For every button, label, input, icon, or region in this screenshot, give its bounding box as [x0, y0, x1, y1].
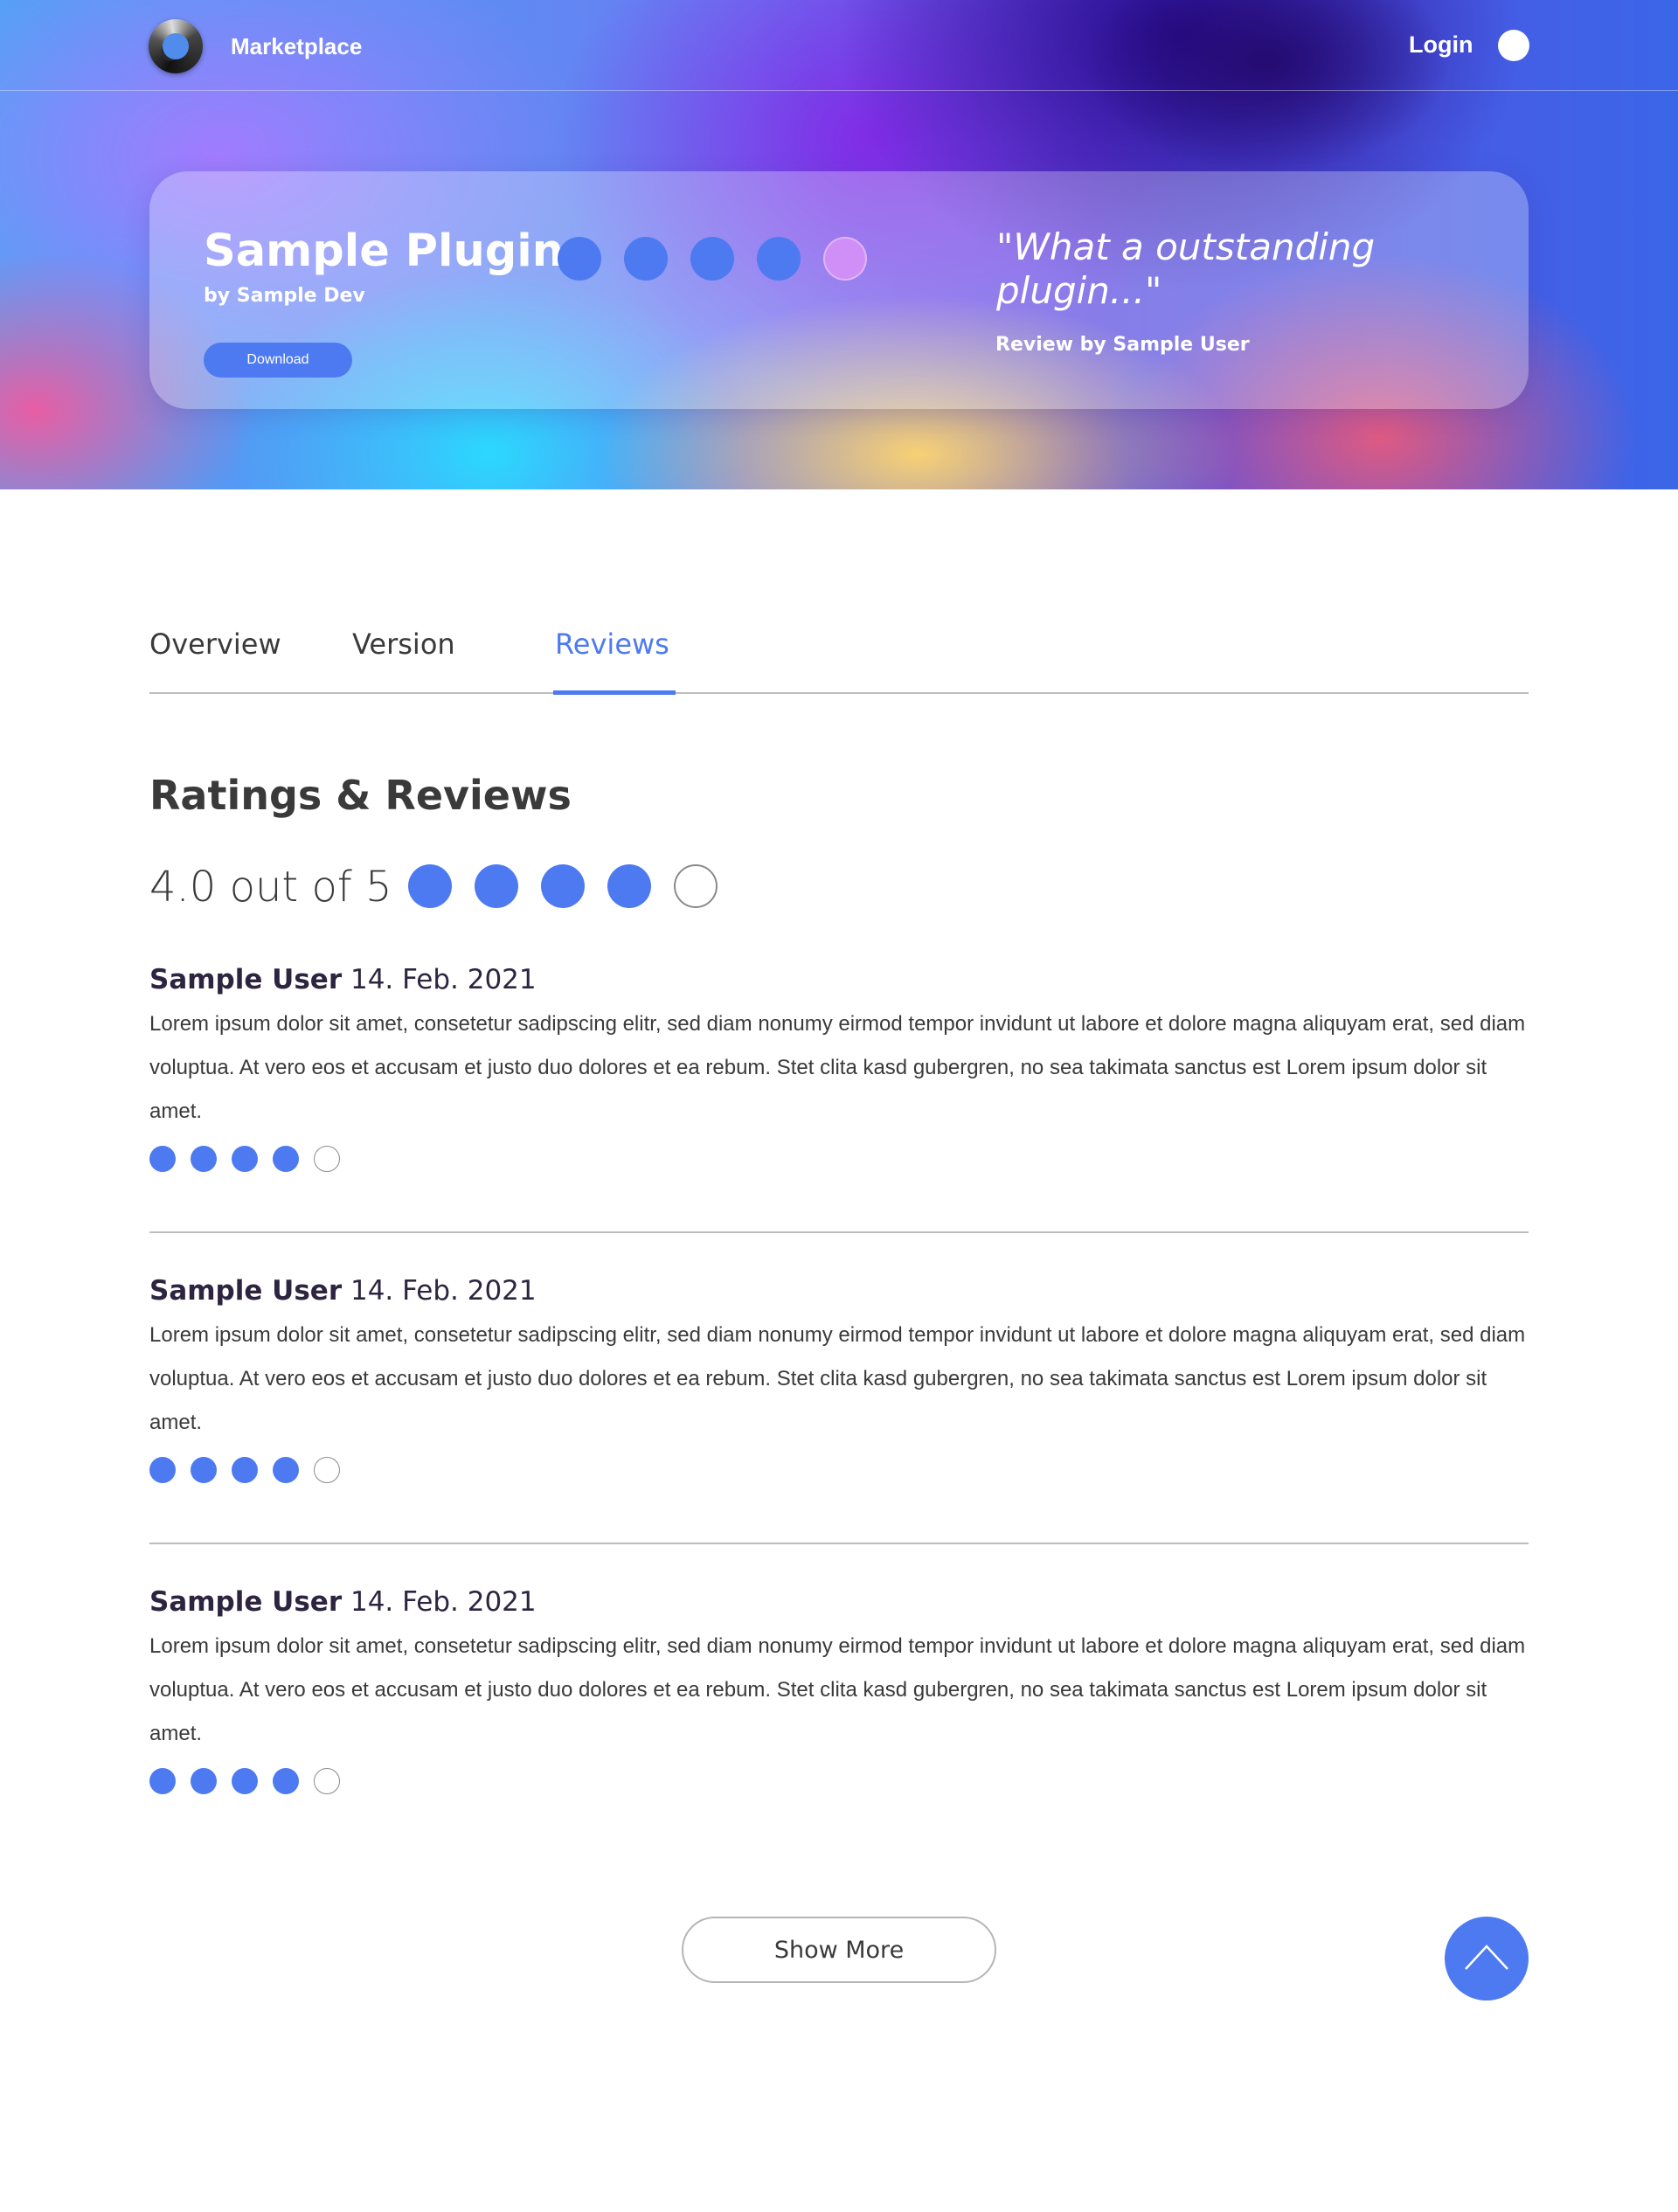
nav-brand[interactable]: Marketplace — [231, 33, 362, 60]
review-date: 14. Feb. 2021 — [350, 964, 537, 995]
tab-bar: Overview Version Reviews — [149, 612, 1529, 695]
rating-dot-filled — [273, 1146, 299, 1172]
rating-dot-filled — [475, 864, 518, 908]
login-link[interactable]: Login — [1409, 31, 1473, 59]
featured-quote: "What a outstanding plugin..." — [996, 225, 1376, 312]
rating-dot-filled — [191, 1457, 217, 1483]
rating-dot-filled — [149, 1146, 176, 1172]
tab-version[interactable]: Version — [352, 628, 455, 661]
review-text: Lorem ipsum dolor sit amet, consetetur s… — [149, 1323, 1526, 1434]
scroll-to-top-button[interactable] — [1445, 1917, 1529, 2001]
review-rating — [149, 1457, 1529, 1483]
review-user: Sample User — [149, 1275, 343, 1307]
rating-dot-filled — [232, 1768, 258, 1794]
summary-rating — [408, 864, 718, 908]
tab-overview[interactable]: Overview — [149, 628, 281, 661]
show-more-button[interactable]: Show More — [682, 1917, 996, 1983]
rating-dot-filled — [191, 1768, 217, 1794]
review-divider — [149, 1231, 1529, 1233]
review-item: Sample User 14. Feb. 2021 Lorem ipsum do… — [149, 1586, 1529, 1794]
review-item: Sample User 14. Feb. 2021 Lorem ipsum do… — [149, 964, 1529, 1172]
review-header: Sample User 14. Feb. 2021 — [149, 1275, 1529, 1307]
hero-banner: Marketplace Login Sample Plugin by Sampl… — [0, 0, 1678, 489]
review-text: Lorem ipsum dolor sit amet, consetetur s… — [149, 1012, 1526, 1123]
rating-dot-filled — [191, 1146, 217, 1172]
rating-dot-filled — [408, 864, 452, 908]
review-item: Sample User 14. Feb. 2021 Lorem ipsum do… — [149, 1275, 1529, 1483]
rating-dot-filled — [232, 1146, 258, 1172]
hero-rating — [558, 237, 867, 281]
rating-dot-filled — [273, 1457, 299, 1483]
active-tab-indicator — [553, 690, 676, 695]
review-header: Sample User 14. Feb. 2021 — [149, 1586, 1529, 1618]
top-navbar: Marketplace Login — [0, 0, 1678, 91]
rating-dot-filled — [558, 237, 601, 281]
review-user: Sample User — [149, 1586, 343, 1618]
plugin-title: Sample Plugin — [204, 225, 565, 277]
rating-dot-filled — [541, 864, 585, 908]
rating-dot-empty — [823, 237, 867, 281]
review-rating — [149, 1146, 1529, 1172]
rating-summary: 4.0 out of 5 — [149, 863, 392, 912]
review-user: Sample User — [149, 964, 343, 995]
tab-reviews[interactable]: Reviews — [555, 628, 669, 661]
rating-dot-empty — [314, 1457, 340, 1483]
rating-dot-filled — [607, 864, 651, 908]
rating-dot-filled — [232, 1457, 258, 1483]
review-divider — [149, 1543, 1529, 1544]
review-text: Lorem ipsum dolor sit amet, consetetur s… — [149, 1634, 1526, 1745]
review-rating — [149, 1768, 1529, 1794]
ratings-title: Ratings & Reviews — [149, 772, 572, 819]
user-avatar-icon[interactable] — [1498, 30, 1529, 61]
chevron-up-icon — [1465, 1945, 1508, 1970]
rating-dot-empty — [674, 864, 718, 908]
rating-dot-filled — [690, 237, 734, 281]
marketplace-logo[interactable] — [149, 19, 203, 73]
review-date: 14. Feb. 2021 — [350, 1275, 537, 1307]
rating-dot-filled — [149, 1457, 176, 1483]
rating-dot-filled — [757, 237, 801, 281]
rating-dot-empty — [314, 1768, 340, 1794]
rating-dot-filled — [624, 237, 668, 281]
rating-dot-empty — [314, 1146, 340, 1172]
rating-dot-filled — [273, 1768, 299, 1794]
download-button[interactable]: Download — [204, 343, 352, 378]
review-header: Sample User 14. Feb. 2021 — [149, 964, 1529, 995]
review-date: 14. Feb. 2021 — [350, 1586, 537, 1618]
tab-divider — [149, 692, 1529, 694]
plugin-author: by Sample Dev — [204, 285, 365, 307]
rating-dot-filled — [149, 1768, 176, 1794]
quote-attribution: Review by Sample User — [995, 334, 1250, 356]
